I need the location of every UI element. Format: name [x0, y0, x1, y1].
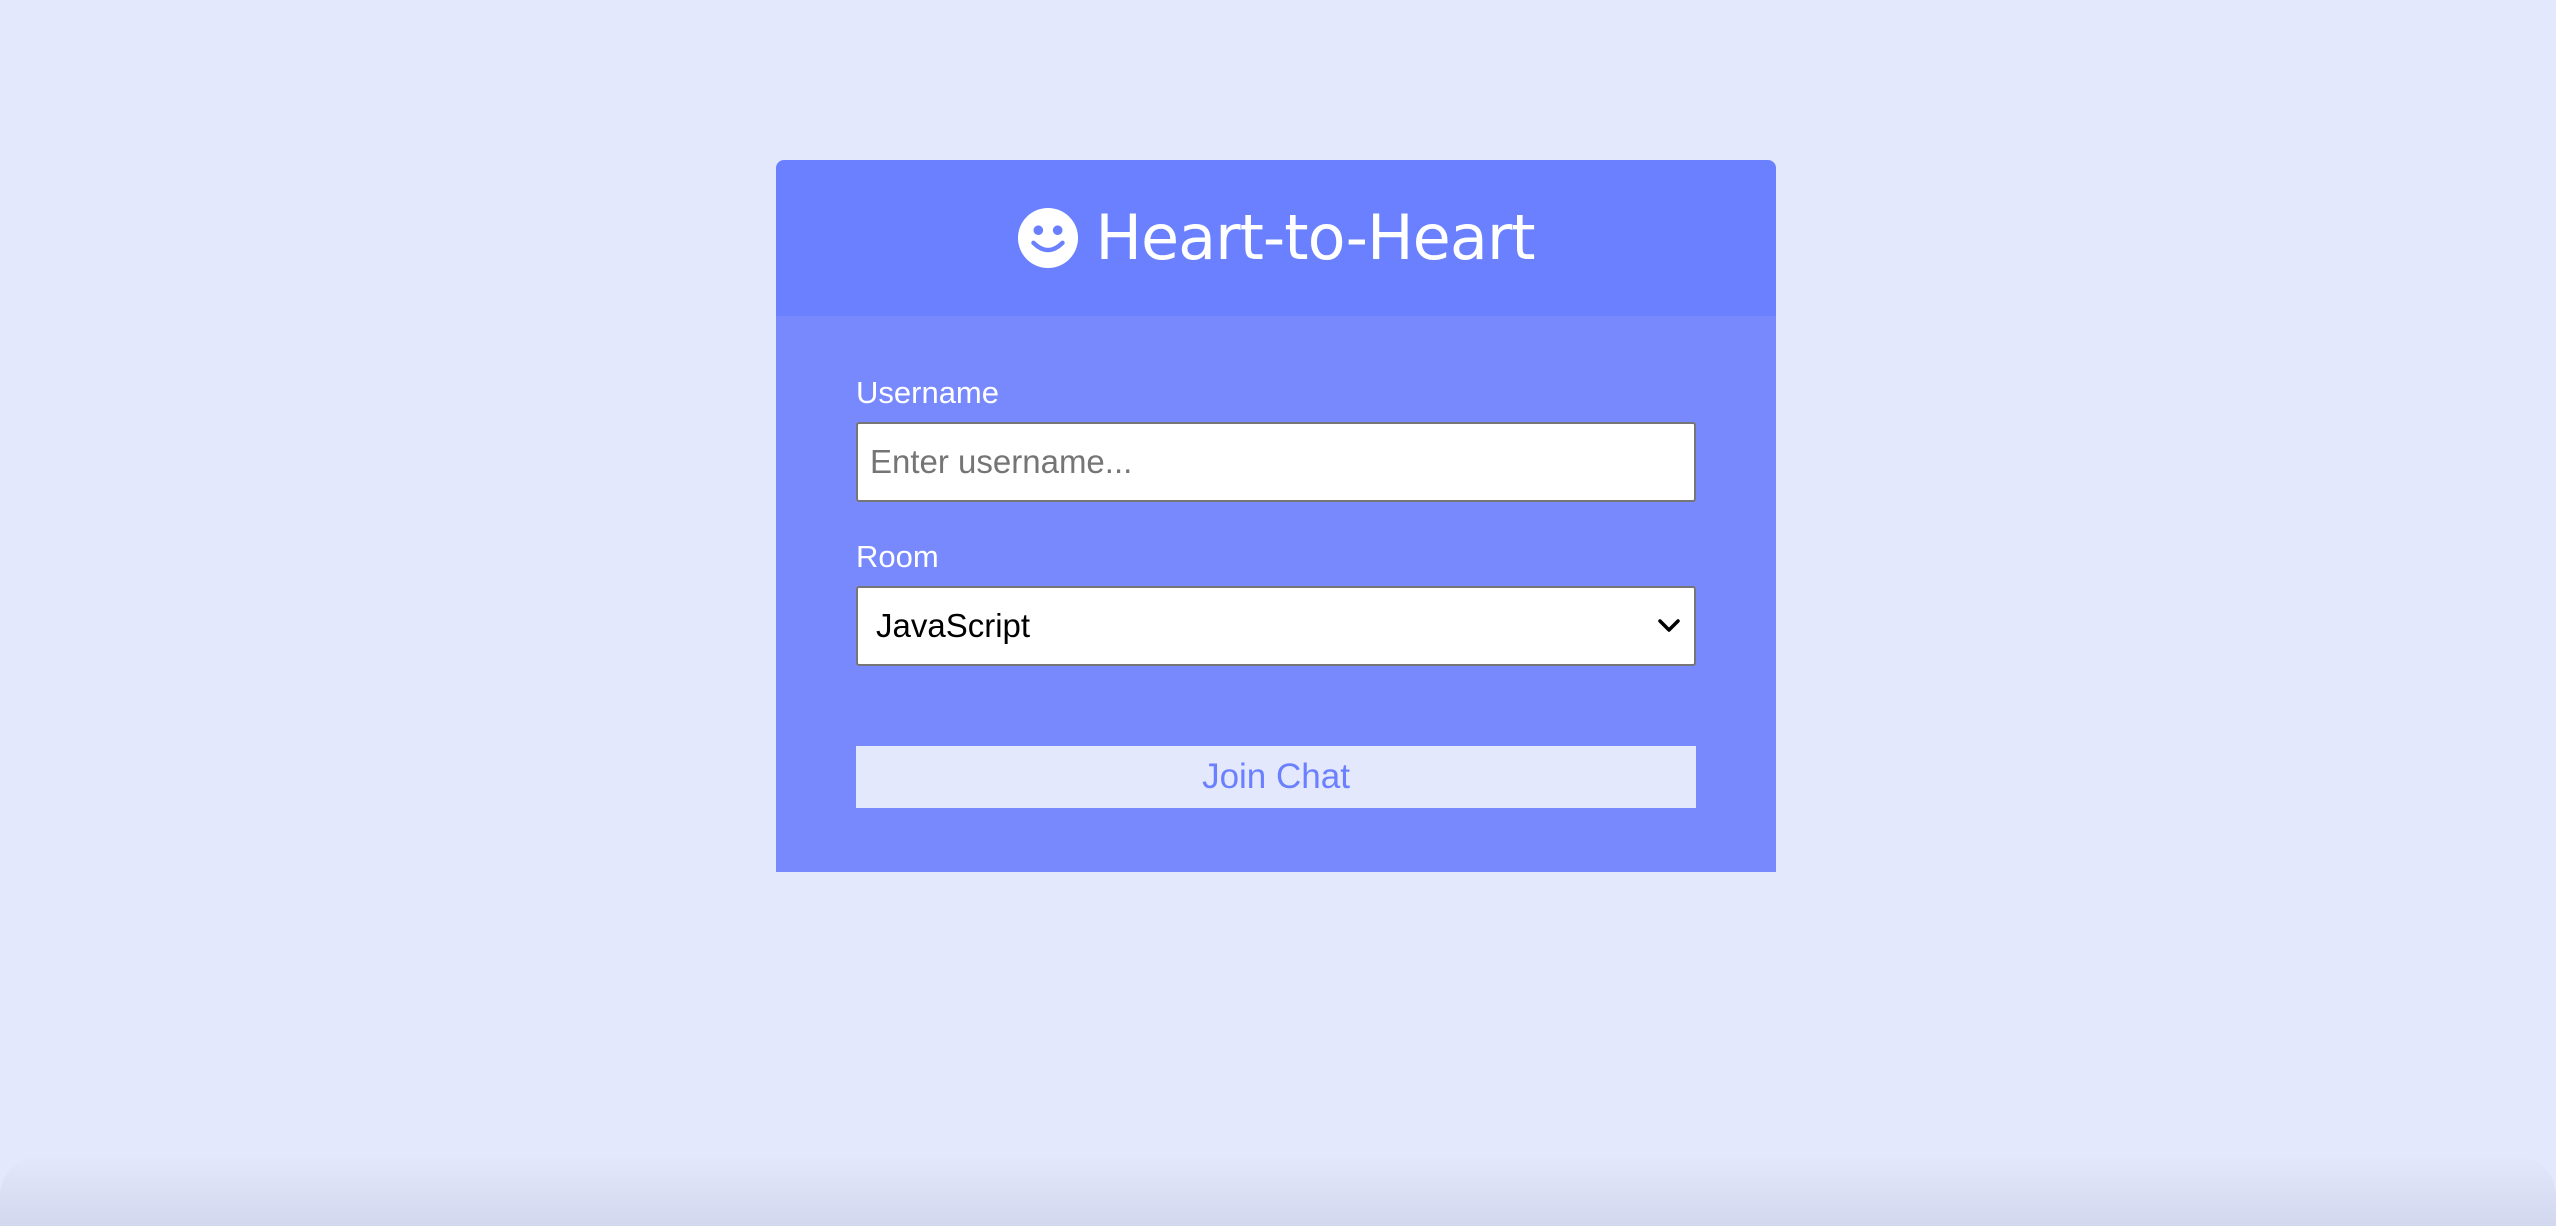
join-chat-button[interactable]: Join Chat: [856, 746, 1696, 809]
bottom-shadow: [0, 1156, 2556, 1226]
join-container: Heart-to-Heart Username Room JavaScript …: [776, 160, 1776, 872]
room-control: Room JavaScript: [856, 539, 1696, 667]
username-label: Username: [856, 375, 999, 410]
chevron-down-icon: [1658, 619, 1680, 633]
room-label: Room: [856, 539, 939, 575]
app-title: Heart-to-Heart: [1095, 201, 1535, 274]
header-inner: Heart-to-Heart: [1017, 201, 1536, 274]
room-select-value: JavaScript: [876, 607, 1031, 645]
smile-icon: [1017, 207, 1079, 269]
join-header: Heart-to-Heart: [776, 160, 1776, 316]
room-select[interactable]: JavaScript: [856, 586, 1696, 667]
username-input[interactable]: [856, 422, 1696, 503]
username-control: Username: [856, 375, 1696, 503]
join-form: Username Room JavaScript Join Chat: [776, 316, 1776, 872]
